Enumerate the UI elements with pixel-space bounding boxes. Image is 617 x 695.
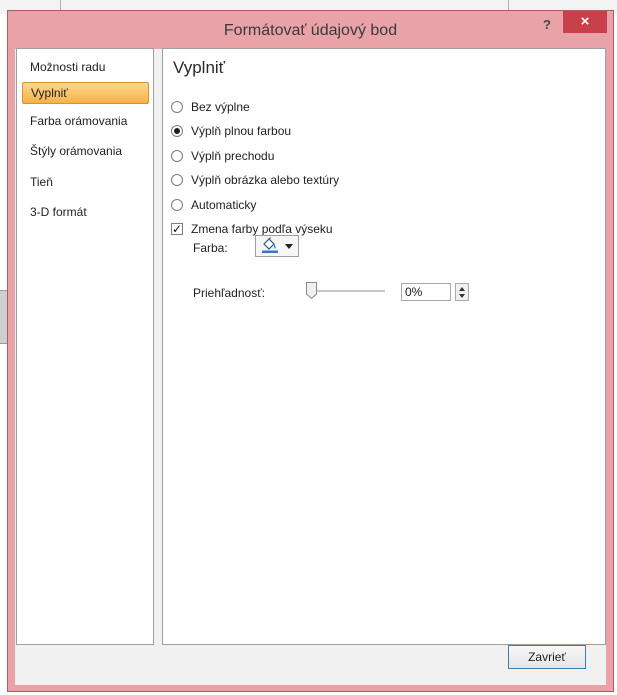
- nav-item-series-options[interactable]: Možnosti radu: [22, 56, 149, 78]
- nav-item-shadow[interactable]: Tieň: [22, 171, 149, 193]
- spin-up-icon[interactable]: [459, 287, 465, 291]
- option-solid-fill[interactable]: Výplň plnou farbou: [171, 122, 291, 140]
- nav-item-fill[interactable]: Vyplniť: [22, 82, 149, 104]
- chevron-down-icon: [285, 243, 293, 249]
- fill-options-panel: Vyplniť Bez výplne Výplň plnou farbou Vý…: [162, 48, 606, 645]
- option-gradient-fill[interactable]: Výplň prechodu: [171, 147, 274, 165]
- option-label: Výplň obrázka alebo textúry: [191, 173, 340, 187]
- spin-down-icon[interactable]: [459, 294, 465, 298]
- radio-solid-fill[interactable]: [171, 125, 183, 137]
- radio-gradient-fill[interactable]: [171, 150, 183, 162]
- panel-heading: Vyplniť: [173, 58, 226, 77]
- radio-automatic[interactable]: [171, 199, 183, 211]
- nav-item-border-color[interactable]: Farba orámovania: [22, 110, 149, 132]
- transparency-slider-track[interactable]: [313, 290, 385, 292]
- nav-item-border-styles[interactable]: Štýly orámovania: [22, 140, 149, 162]
- option-automatic[interactable]: Automaticky: [171, 196, 256, 214]
- transparency-input[interactable]: 0%: [401, 283, 451, 301]
- option-label: Výplň prechodu: [191, 149, 275, 163]
- category-list: Možnosti radu Vyplniť Farba orámovania Š…: [16, 48, 154, 645]
- paint-bucket-icon: [261, 236, 279, 256]
- dialog-title: Formátovať údajový bod: [223, 22, 398, 39]
- transparency-slider-thumb[interactable]: [306, 282, 317, 300]
- title-bar[interactable]: Formátovať údajový bod ? ×: [8, 11, 613, 49]
- option-label: Zmena farby podľa výseku: [191, 222, 333, 236]
- nav-item-3d-format[interactable]: 3-D formát: [22, 201, 149, 223]
- vary-colors-option[interactable]: ✓ Zmena farby podľa výseku: [171, 220, 333, 238]
- radio-picture-fill[interactable]: [171, 174, 183, 186]
- vary-colors-checkbox[interactable]: ✓: [171, 223, 183, 235]
- option-label: Bez výplne: [191, 100, 250, 114]
- background-divider: [508, 0, 509, 10]
- transparency-label: Priehľadnosť:: [193, 286, 266, 300]
- option-label: Automaticky: [191, 198, 257, 212]
- option-picture-fill[interactable]: Výplň obrázka alebo textúry: [171, 171, 339, 189]
- close-icon[interactable]: ×: [563, 11, 607, 33]
- background-divider: [60, 0, 61, 10]
- color-label: Farba:: [193, 241, 228, 255]
- close-button[interactable]: Zavrieť: [508, 645, 586, 669]
- help-button[interactable]: ?: [536, 15, 558, 35]
- fill-color-picker[interactable]: [255, 235, 299, 257]
- option-label: Výplň plnou farbou: [191, 124, 292, 138]
- option-no-fill[interactable]: Bez výplne: [171, 98, 250, 116]
- radio-no-fill[interactable]: [171, 101, 183, 113]
- transparency-spinner[interactable]: [455, 283, 469, 301]
